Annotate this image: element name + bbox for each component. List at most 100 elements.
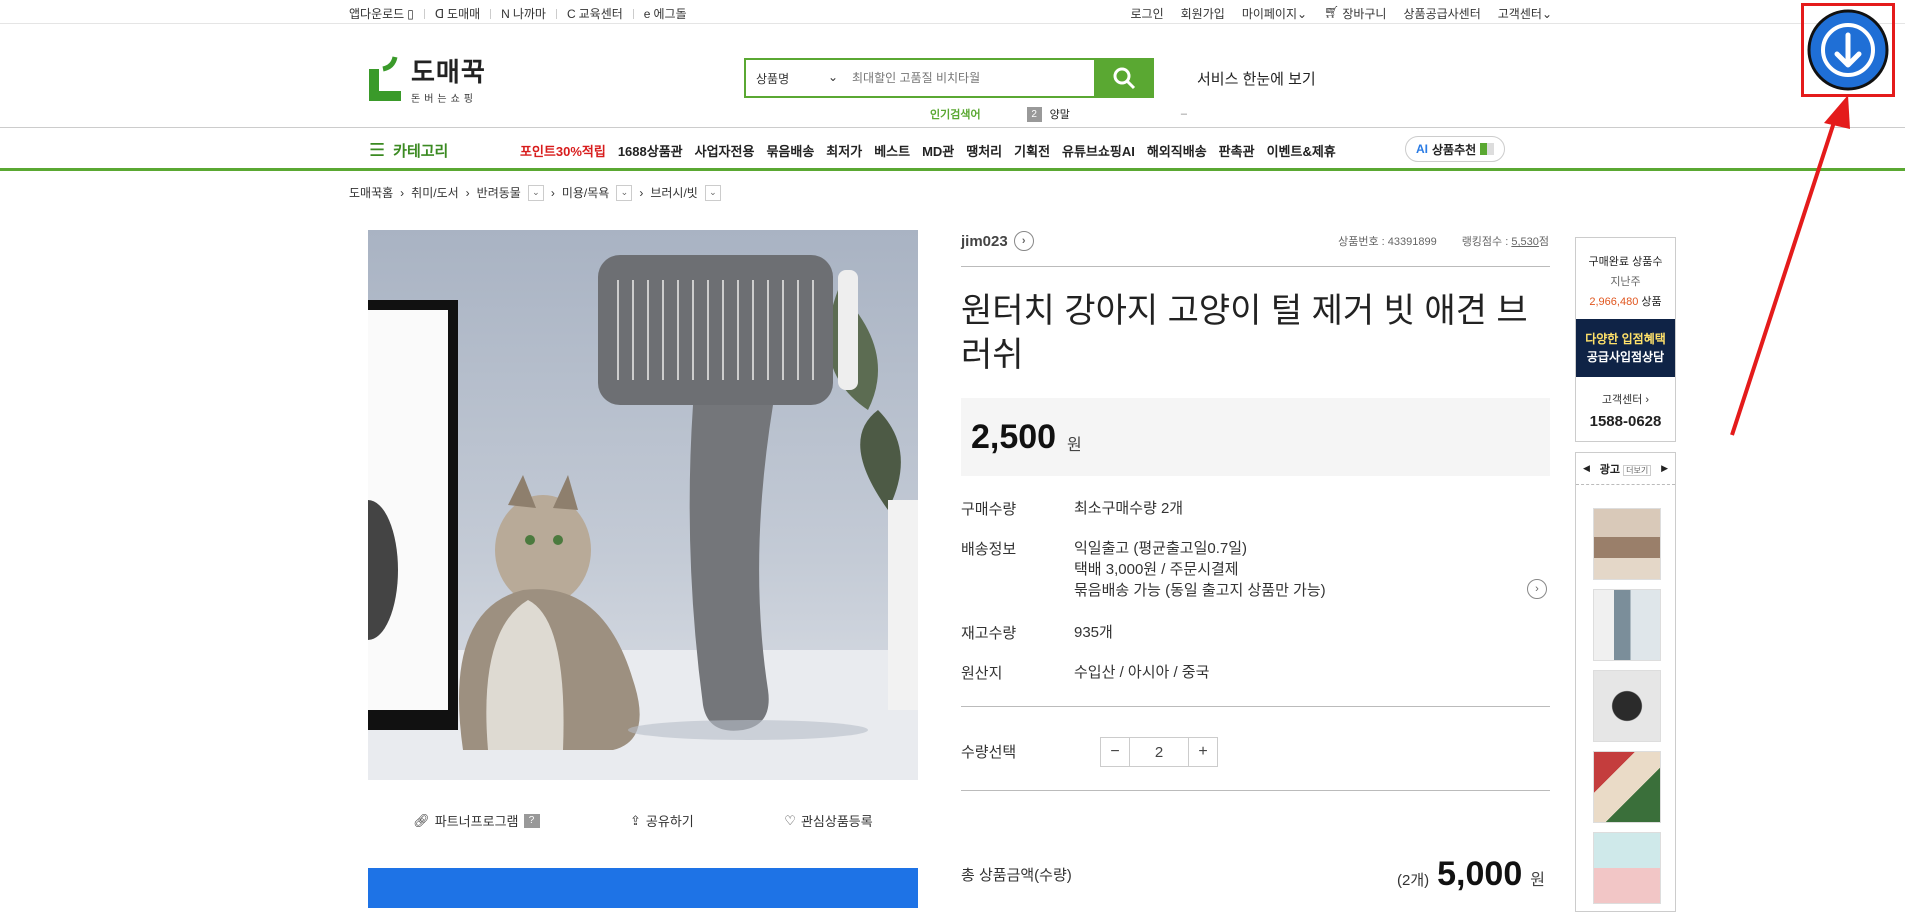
download-icon[interactable] — [1804, 6, 1892, 94]
link-icon: 🔗︎ — [413, 812, 430, 828]
search-bar: 상품명 ⌄ — [744, 58, 1154, 98]
share-button[interactable]: ⇪ 공유하기 — [630, 811, 694, 830]
nav-item[interactable]: 묶음배송 — [766, 141, 814, 160]
promo-banner[interactable] — [368, 868, 918, 908]
chevron-right-icon: › — [1013, 231, 1034, 251]
qty-input[interactable]: 2 — [1129, 738, 1189, 766]
breadcrumb: 도매꾹홈 › 취미/도서 › 반려동물 ⌄ › 미용/목욕 ⌄ › 브러시/빗 … — [349, 184, 721, 201]
chevron-right-icon: › — [639, 185, 644, 200]
nav-item[interactable]: 이벤트&제휴 — [1267, 141, 1336, 160]
ad-thumbnail[interactable] — [1593, 832, 1661, 904]
nav-item[interactable]: 베스트 — [874, 141, 910, 160]
chevron-right-icon: › — [465, 185, 470, 200]
breadcrumb-item[interactable]: 반려동물 — [477, 184, 521, 201]
edu-center-link[interactable]: C 교육센터 — [567, 5, 623, 22]
nav-item[interactable]: MD관 — [922, 141, 954, 160]
breadcrumb-dropdown[interactable]: ⌄ — [616, 184, 633, 201]
service-overview-link[interactable]: 서비스 한눈에 보기 — [1197, 68, 1316, 89]
ad-next-button[interactable]: ▶ — [1661, 463, 1668, 474]
ad-thumbnail[interactable] — [1593, 589, 1661, 661]
wishlist-button[interactable]: ♡ 관심상품등록 — [784, 811, 872, 830]
egdol-icon: e — [643, 6, 651, 21]
popular-keyword-link[interactable]: 양말 — [1050, 106, 1070, 122]
search-input[interactable] — [846, 60, 1094, 96]
supplier-center-link[interactable]: 상품공급사센터 — [1403, 5, 1480, 22]
mypage-link[interactable]: 마이페이지⌄ — [1242, 5, 1307, 22]
app-download-link[interactable]: 앱다운로드 ▯ — [349, 5, 414, 22]
nav-item[interactable]: 1688상품관 — [618, 141, 683, 160]
nav-item[interactable]: 해외직배송 — [1147, 141, 1207, 160]
divider — [961, 266, 1550, 267]
annotation-arrow-icon — [1730, 95, 1850, 436]
chevron-down-icon: ⌄ — [1541, 7, 1552, 21]
price-currency: 원 — [1067, 437, 1082, 454]
egdol-link[interactable]: e 에그돌 — [644, 5, 687, 22]
ad-thumbnail[interactable] — [1593, 670, 1661, 742]
breadcrumb-item[interactable]: 미용/목욕 — [562, 184, 610, 201]
nav-item[interactable]: 기획전 — [1014, 141, 1050, 160]
nav-item[interactable]: 최저가 — [826, 141, 862, 160]
search-type-select[interactable]: 상품명 ⌄ — [746, 70, 846, 87]
seller-link[interactable]: jim023 › — [961, 231, 1034, 251]
divider — [961, 706, 1550, 707]
heart-icon: ♡ — [784, 812, 796, 828]
product-title: 원터치 강아지 고양이 털 제거 빗 애견 브러쉬 — [961, 292, 1528, 374]
divider — [961, 790, 1550, 791]
sidebar-ad-panel: ◀ 광고 더보기 ▶ — [1575, 452, 1676, 912]
logo-text: 도매꾹 — [411, 57, 486, 87]
cs-phone: 1588-0628 — [1589, 413, 1662, 430]
domeme-link[interactable]: ᗡ 도매매 — [435, 5, 480, 22]
help-icon[interactable]: ? — [523, 813, 540, 828]
cart-link[interactable]: 🛒︎ 장바구니 — [1324, 5, 1386, 22]
nav-item[interactable]: 사업자전용 — [695, 141, 755, 160]
customer-center-link[interactable]: 고객센터⌄ — [1498, 5, 1552, 22]
logo-slogan: 돈버는쇼핑 — [411, 94, 477, 105]
cart-icon: 🛒︎ — [1324, 5, 1340, 19]
qty-plus-button[interactable]: + — [1189, 738, 1217, 766]
cs-center-link[interactable]: 고객센터 › — [1576, 391, 1675, 407]
supplier-banner[interactable]: 다양한 입점혜택 공급사입점상담 — [1576, 319, 1675, 377]
product-price: 2,500 — [971, 418, 1057, 456]
popular-keywords: 인기검색어 2 양말 – — [930, 106, 1187, 122]
category-menu-button[interactable]: ☰ 카테고리 — [369, 140, 448, 161]
main-header: 도매꾹 돈버는쇼핑 상품명⌄ 서비스 한눈에 보기 인기검색어 2 양말 – — [0, 25, 1905, 128]
chevron-right-icon: › — [550, 185, 555, 200]
partner-program-link[interactable]: 🔗︎ 파트너프로그램 ? — [413, 811, 540, 830]
ad-prev-button[interactable]: ◀ — [1583, 463, 1590, 474]
nakama-link[interactable]: N 나까마 — [501, 5, 546, 22]
quantity-stepper: − 2 + — [1100, 737, 1218, 767]
search-button[interactable] — [1094, 58, 1154, 98]
hamburger-icon: ☰ — [369, 140, 386, 160]
breadcrumb-dropdown[interactable]: ⌄ — [704, 184, 721, 201]
breadcrumb-item[interactable]: 브러시/빗 — [650, 184, 698, 201]
chevron-down-icon: ⌄ — [827, 69, 838, 84]
breadcrumb-item[interactable]: 취미/도서 — [411, 184, 459, 201]
search-icon — [1113, 67, 1136, 90]
breadcrumb-home[interactable]: 도매꾹홈 — [349, 184, 393, 201]
qty-minus-button[interactable]: − — [1101, 738, 1129, 766]
nav-item[interactable]: 유튜브쇼핑AI — [1062, 141, 1135, 160]
sidebar-stats: 구매완료 상품수 지난주 2,966,480 상품 다양한 입점혜택 공급사입점… — [1575, 237, 1676, 442]
login-link[interactable]: 로그인 — [1131, 5, 1164, 22]
ad-thumbnail[interactable] — [1593, 751, 1661, 823]
phone-icon: ▯ — [407, 6, 414, 21]
nav-item[interactable]: 판촉관 — [1219, 141, 1255, 160]
shipping-detail-button[interactable]: › — [1527, 579, 1547, 599]
ai-recommend-button[interactable]: AI 상품추천 — [1405, 136, 1506, 162]
ad-more-link[interactable]: 더보기 — [1623, 464, 1652, 476]
signup-link[interactable]: 회원가입 — [1181, 5, 1225, 22]
bar-chart-icon — [1480, 143, 1495, 155]
breadcrumb-dropdown[interactable]: ⌄ — [527, 184, 544, 201]
total-label: 총 상품금액(수량) — [961, 867, 1072, 884]
nav-point-reward[interactable]: 포인트30%적립 — [520, 141, 606, 160]
nakama-icon: N — [501, 6, 510, 21]
edu-icon: C — [566, 6, 576, 21]
site-logo[interactable]: 도매꾹 돈버는쇼핑 — [365, 52, 486, 105]
download-button-highlight — [1801, 3, 1895, 97]
nav-item[interactable]: 땡처리 — [966, 141, 1002, 160]
chevron-down-icon: ⌄ — [1297, 7, 1308, 21]
product-image[interactable] — [368, 230, 918, 780]
ad-thumbnail[interactable] — [1593, 508, 1661, 580]
domeme-icon: ᗡ — [434, 6, 445, 21]
global-navigation: ☰ 카테고리 포인트30%적립 1688상품관 사업자전용 묶음배송 최저가 베… — [0, 129, 1905, 171]
